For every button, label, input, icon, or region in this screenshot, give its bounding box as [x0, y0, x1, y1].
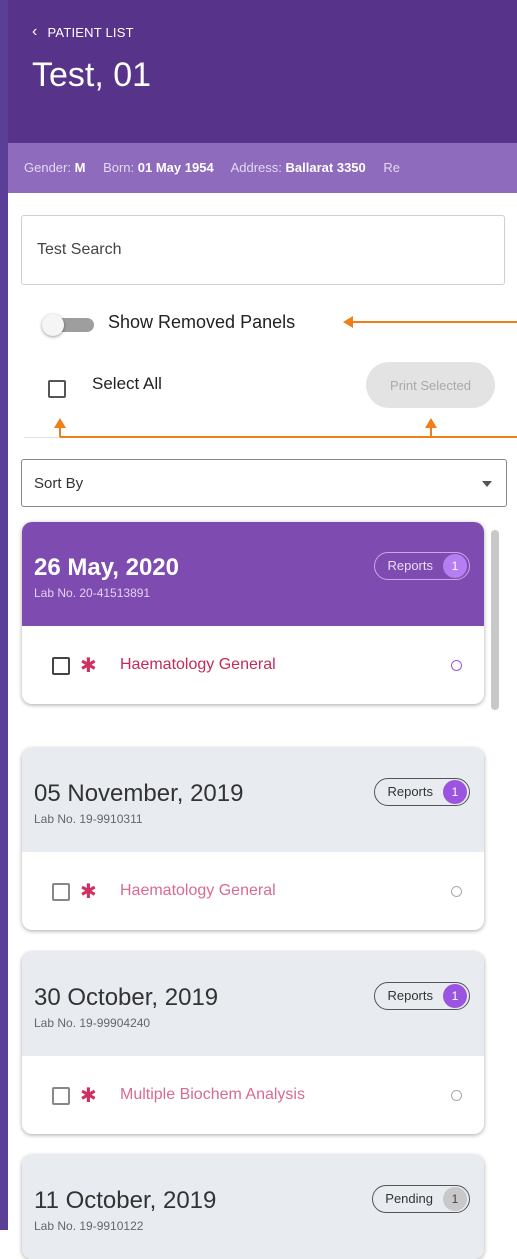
info-overflow-text: Re — [383, 160, 401, 175]
reports-badge[interactable]: Reports 1 — [374, 982, 470, 1010]
badge-label: Reports — [387, 558, 433, 573]
panel-row[interactable]: ✱ Haematology General — [22, 852, 484, 930]
pending-badge[interactable]: Pending 1 — [372, 1185, 470, 1213]
panel-name: Haematology General — [120, 656, 276, 673]
back-to-patient-list[interactable]: ‹ PATIENT LIST — [32, 24, 134, 40]
panel-checkbox[interactable] — [52, 657, 70, 675]
lab-result-card[interactable]: 11 October, 2019 Lab No. 19-9910122 Pend… — [22, 1155, 484, 1259]
badge-label: Reports — [387, 988, 433, 1003]
annotation-arrowhead-toggle — [343, 316, 353, 328]
left-accent-bar — [0, 0, 8, 1230]
card-date: 11 October, 2019 — [34, 1187, 217, 1214]
scrollbar-thumb[interactable] — [491, 530, 499, 710]
sort-by-label: Sort By — [34, 474, 84, 492]
toggle-knob — [42, 314, 64, 336]
panel-row[interactable]: ✱ Haematology General — [22, 626, 484, 704]
badge-count: 1 — [443, 1187, 467, 1211]
born-value: 01 May 1954 — [137, 160, 214, 175]
reports-badge[interactable]: Reports 1 — [374, 778, 470, 806]
gender-value: M — [74, 160, 86, 175]
status-circle-icon — [451, 1090, 462, 1101]
panel-row[interactable]: ✱ Multiple Biochem Analysis — [22, 1056, 484, 1134]
card-lab-number: Lab No. 19-99904240 — [34, 1016, 151, 1030]
badge-count: 1 — [443, 780, 467, 804]
test-search-placeholder: Test Search — [37, 241, 122, 258]
show-removed-panels-label: Show Removed Panels — [108, 312, 296, 332]
select-all-checkbox[interactable] — [48, 380, 66, 398]
card-date: 05 November, 2019 — [34, 780, 244, 807]
card-lab-number: Lab No. 19-9910122 — [34, 1219, 144, 1233]
patient-header: ‹ PATIENT LIST Test, 01 — [8, 0, 517, 143]
patient-name: Test, 01 — [32, 56, 152, 94]
card-header: 30 October, 2019 Lab No. 19-99904240 Rep… — [22, 952, 484, 1056]
badge-label: Pending — [385, 1191, 433, 1206]
sort-by-select[interactable]: Sort By — [21, 459, 507, 507]
caret-down-icon — [482, 481, 492, 487]
address-value: Ballarat 3350 — [285, 160, 366, 175]
panel-name: Multiple Biochem Analysis — [120, 1086, 305, 1103]
print-selected-button[interactable]: Print Selected — [366, 362, 495, 408]
asterisk-icon: ✱ — [80, 655, 97, 677]
annotation-arrowhead-print — [425, 418, 437, 428]
asterisk-icon: ✱ — [80, 881, 97, 903]
test-search-input[interactable]: Test Search — [21, 215, 505, 285]
card-header: 11 October, 2019 Lab No. 19-9910122 Pend… — [22, 1155, 484, 1259]
born-label: Born: — [103, 160, 135, 175]
card-header: 05 November, 2019 Lab No. 19-9910311 Rep… — [22, 748, 484, 852]
panel-checkbox[interactable] — [52, 1087, 70, 1105]
panel-checkbox[interactable] — [52, 883, 70, 901]
show-removed-panels-toggle[interactable] — [42, 314, 96, 336]
badge-count: 1 — [443, 984, 467, 1008]
card-header: 26 May, 2020 Lab No. 20-41513891 Reports… — [22, 522, 484, 626]
annotation-arrowhead-select-all — [54, 418, 66, 428]
panel-name: Haematology General — [120, 882, 276, 899]
asterisk-icon: ✱ — [80, 1085, 97, 1107]
address-label: Address: — [230, 160, 282, 175]
patient-info-bar: Gender: M Born: 01 May 1954 Address: Bal… — [8, 143, 517, 193]
annotation-arrow-toggle-line — [352, 321, 517, 323]
badge-count: 1 — [443, 554, 467, 578]
status-circle-icon — [451, 886, 462, 897]
badge-label: Reports — [387, 784, 433, 799]
select-all-label: Select All — [92, 374, 162, 393]
lab-result-card[interactable]: 30 October, 2019 Lab No. 19-99904240 Rep… — [22, 952, 484, 1134]
card-date: 26 May, 2020 — [34, 554, 179, 581]
chevron-left-icon: ‹ — [32, 23, 38, 40]
card-date: 30 October, 2019 — [34, 984, 219, 1011]
status-circle-icon — [451, 660, 462, 671]
gender-label: Gender: — [24, 160, 71, 175]
back-label: PATIENT LIST — [47, 24, 134, 40]
lab-result-card[interactable]: 05 November, 2019 Lab No. 19-9910311 Rep… — [22, 748, 484, 930]
lab-result-card[interactable]: 26 May, 2020 Lab No. 20-41513891 Reports… — [22, 522, 484, 704]
card-lab-number: Lab No. 19-9910311 — [34, 812, 143, 826]
card-lab-number: Lab No. 20-41513891 — [34, 586, 151, 600]
reports-badge[interactable]: Reports 1 — [374, 552, 470, 580]
annotation-arrow-bottom-line — [60, 436, 517, 438]
